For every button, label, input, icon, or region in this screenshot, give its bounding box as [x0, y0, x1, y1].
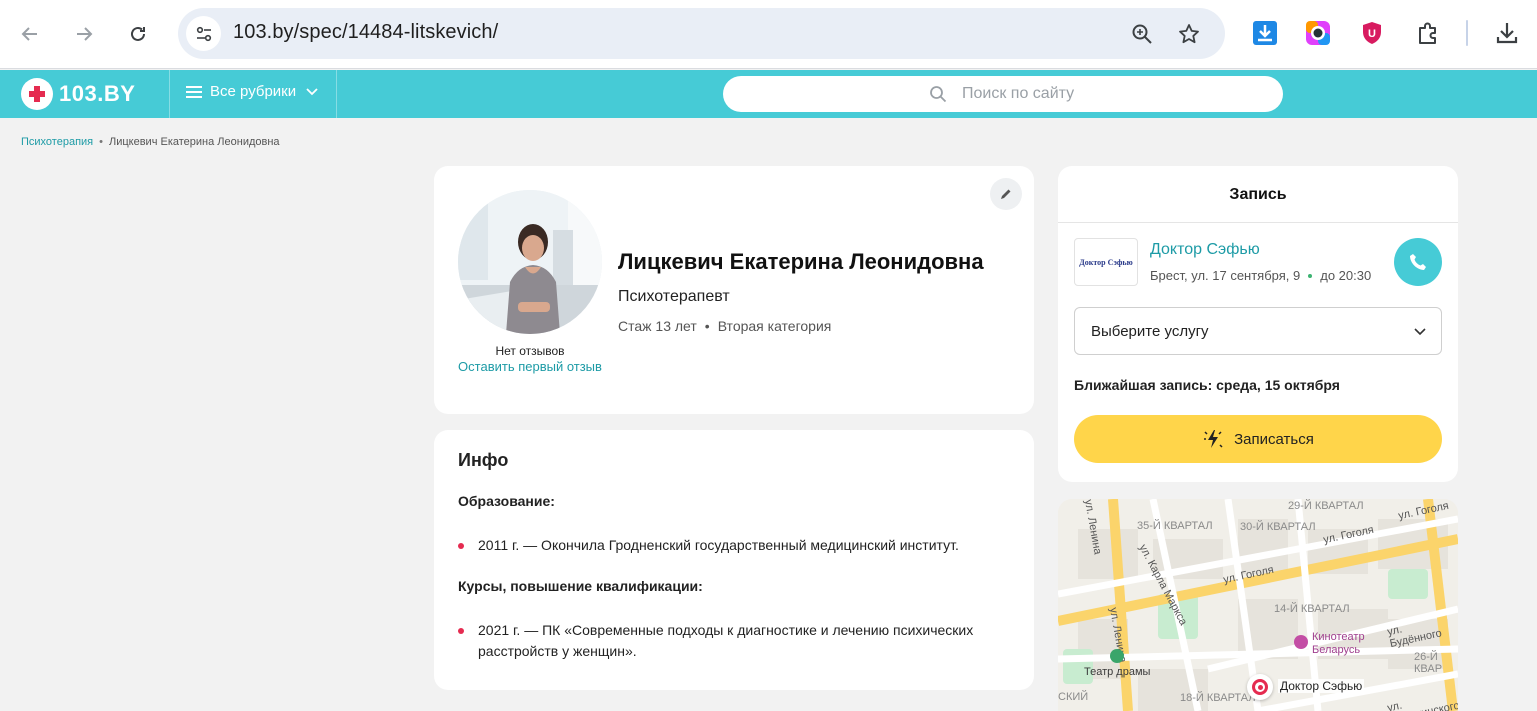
booking-card: Запись Доктор Сэфью Доктор Сэфью Брест, … [1058, 166, 1458, 482]
book-button-label: Записаться [1234, 430, 1314, 448]
shield-extension-icon[interactable]: U [1357, 18, 1387, 48]
info-title: Инфо [458, 450, 509, 470]
doctor-specialty: Психотерапевт [618, 288, 730, 305]
book-appointment-button[interactable]: Записаться [1074, 415, 1442, 463]
camera-extension-icon[interactable] [1303, 18, 1333, 48]
address-bar[interactable]: 103.by/spec/14484-litskevich/ [178, 8, 1225, 59]
all-rubrics-menu[interactable]: Все рубрики [186, 83, 318, 100]
cross-icon [21, 78, 53, 110]
booking-title: Запись [1229, 186, 1287, 203]
map-label: 35-Й КВАРТАЛ [1137, 520, 1213, 532]
clinic-logo-text: Доктор Сэфью [1079, 257, 1133, 267]
experience: Стаж 13 лет [618, 318, 697, 334]
map-label: 26-Й КВАР [1414, 651, 1443, 675]
doctor-avatar [458, 190, 602, 334]
breadcrumb-separator: • [99, 136, 103, 148]
breadcrumb-category-link[interactable]: Психотерапия [21, 136, 93, 148]
reload-icon[interactable] [122, 18, 154, 50]
lightning-icon [1204, 430, 1223, 448]
back-arrow-icon[interactable] [14, 18, 46, 50]
pencil-icon [1001, 189, 1011, 199]
map-label: 14-Й КВАРТАЛ [1274, 603, 1350, 615]
open-status-dot [1308, 273, 1313, 278]
doctor-meta: Стаж 13 лет • Вторая категория [618, 318, 831, 334]
courses-heading: Курсы, повышение квалификации: [458, 578, 703, 594]
logo-text: 103.BY [59, 81, 136, 106]
phone-icon [1410, 254, 1426, 270]
hamburger-icon [186, 85, 202, 98]
courses-item: 2021 г. — ПК «Современные подходы к диаг… [478, 622, 974, 659]
nearest-appointment: Ближайшая запись: среда, 15 октября [1074, 377, 1340, 393]
bullet-icon [458, 628, 464, 634]
map-label: 18-Й КВАРТАЛ [1180, 692, 1256, 704]
doctor-profile-card: Нет отзывов Оставить первый отзыв Лицкев… [434, 166, 1034, 414]
site-logo[interactable]: 103.BY [21, 78, 135, 110]
call-button[interactable] [1394, 238, 1442, 286]
clinic-name-link[interactable]: Доктор Сэфью [1150, 241, 1260, 259]
service-select[interactable]: Выберите услугу [1074, 307, 1442, 355]
map-label: 30-Й КВАРТАЛ [1240, 521, 1316, 533]
search-icon [930, 86, 947, 103]
map-label: Беларусь [1312, 644, 1361, 656]
map-label: 29-Й КВАРТАЛ [1288, 500, 1364, 512]
service-select-value: Выберите услугу [1091, 323, 1209, 340]
clinic-logo[interactable]: Доктор Сэфью [1074, 238, 1138, 286]
site-search-input[interactable]: Поиск по сайту [723, 76, 1283, 112]
doctor-name: Лицкевич Екатерина Леонидовна [618, 249, 984, 274]
bullet-icon [458, 543, 464, 549]
zoom-icon[interactable] [1129, 21, 1155, 47]
download-icon[interactable] [1492, 18, 1522, 48]
edit-profile-button[interactable] [990, 178, 1022, 210]
puzzle-icon[interactable] [1413, 18, 1443, 48]
breadcrumb-current: Лицкевич Екатерина Леонидовна [109, 136, 280, 148]
education-item: 2011 г. — Окончила Гродненский государст… [478, 537, 959, 553]
map-marker-icon[interactable] [1247, 674, 1273, 700]
search-placeholder: Поиск по сайту [962, 85, 1075, 102]
header-divider [169, 70, 170, 118]
map-marker-label: Доктор Сэфью [1278, 679, 1365, 693]
clinic-address: Брест, ул. 17 сентября, 9 до 20:30 [1150, 268, 1371, 283]
reviews-status: Нет отзывов [495, 344, 565, 358]
doctor-category: Вторая категория [717, 318, 832, 334]
education-heading: Образование: [458, 493, 555, 509]
site-header: 103.BY Все рубрики Поиск по сайту [0, 70, 1537, 118]
forward-arrow-icon[interactable] [68, 18, 100, 50]
download-extension-icon[interactable] [1250, 18, 1280, 48]
chevron-down-icon [1414, 328, 1426, 336]
meta-separator: • [704, 318, 710, 334]
map-label: Театр драмы [1084, 666, 1151, 678]
breadcrumb: Психотерапия • Лицкевич Екатерина Леонидов… [21, 136, 280, 148]
toolbar-separator [1466, 20, 1468, 46]
leave-review-link[interactable]: Оставить первый отзыв [458, 359, 602, 375]
svg-text:U: U [1368, 28, 1376, 40]
site-settings-icon[interactable] [186, 16, 221, 51]
theatre-icon [1110, 649, 1124, 663]
url-text[interactable]: 103.by/spec/14484-litskevich/ [233, 21, 498, 44]
header-divider [336, 70, 337, 118]
map-label: Кинотеатр [1312, 631, 1365, 643]
address-text: Брест, ул. 17 сентября, 9 [1150, 268, 1301, 283]
info-card: Инфо Образование: 2011 г. — Окончила Гро… [434, 430, 1034, 690]
star-icon[interactable] [1176, 21, 1202, 47]
divider [1058, 222, 1458, 223]
rubrics-label: Все рубрики [210, 83, 297, 100]
chevron-down-icon [306, 87, 318, 95]
clinic-map[interactable]: 29-Й КВАРТАЛ 35-Й КВАРТАЛ 30-Й КВАРТАЛ у… [1058, 499, 1458, 711]
map-label: СКИЙ [1058, 691, 1089, 703]
cinema-icon [1294, 635, 1308, 649]
browser-toolbar: 103.by/spec/14484-litskevich/ U [0, 0, 1537, 69]
working-hours: до 20:30 [1320, 268, 1372, 283]
